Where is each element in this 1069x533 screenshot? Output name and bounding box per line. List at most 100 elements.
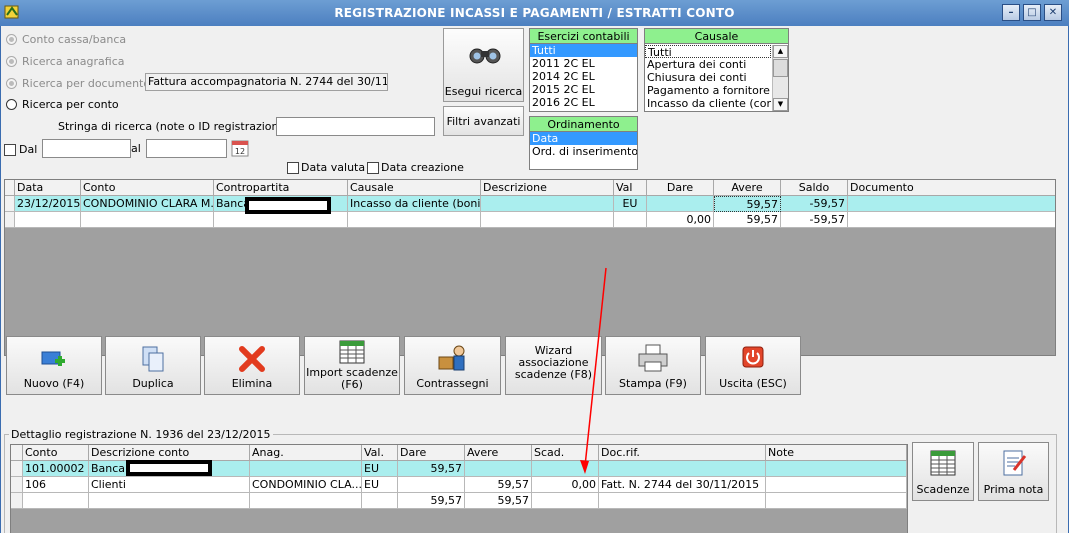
filtri-avanzati-button[interactable]: Filtri avanzati <box>443 106 524 136</box>
detail-col-dare[interactable]: Dare <box>398 445 465 461</box>
table-row[interactable]: 23/12/2015 CONDOMINIO CLARA M... Banca I… <box>5 196 1055 212</box>
duplicate-icon <box>142 346 164 372</box>
import-scadenze-label: Import scadenze (F6) <box>305 367 399 391</box>
grid-col-avere[interactable]: Avere <box>714 180 781 196</box>
detail-col-val[interactable]: Val. <box>362 445 398 461</box>
uscita-button[interactable]: Uscita (ESC) <box>705 336 801 395</box>
esercizi-listbox[interactable]: Esercizi contabili Tutti 2011 2C EL 2014… <box>529 28 638 112</box>
edit-note-icon <box>1003 450 1026 476</box>
movements-grid[interactable]: Data Conto Contropartita Causale Descriz… <box>4 179 1056 356</box>
detail-col-descrizione[interactable]: Descrizione conto <box>89 445 250 461</box>
esercizi-item[interactable]: 2015 2C EL <box>530 83 637 96</box>
close-button[interactable]: ✕ <box>1044 4 1062 21</box>
dal-checkbox[interactable] <box>4 144 16 156</box>
title-bar[interactable]: REGISTRAZIONE INCASSI E PAGAMENTI / ESTR… <box>0 0 1069 26</box>
cell <box>250 461 362 477</box>
nuovo-button[interactable]: Nuovo (F4) <box>6 336 102 395</box>
cell: 23/12/2015 <box>15 196 81 212</box>
causale-item[interactable]: Incasso da cliente (contar <box>645 97 771 110</box>
grid-col-descrizione[interactable]: Descrizione <box>481 180 614 196</box>
cell: CONDOMINIO CLA... <box>250 477 362 493</box>
esercizi-item[interactable]: 2014 2C EL <box>530 70 637 83</box>
scroll-up-icon[interactable]: ▲ <box>773 45 788 58</box>
cell <box>81 212 214 228</box>
contrassegni-button[interactable]: Contrassegni <box>404 336 501 395</box>
cell: 59,57 <box>465 477 532 493</box>
causale-item[interactable]: Pagamento a fornitore (co <box>645 84 771 97</box>
grid-col-conto[interactable]: Conto <box>81 180 214 196</box>
calendar-icon[interactable]: 12 <box>231 139 249 157</box>
cell <box>766 461 907 477</box>
esercizi-item[interactable]: 2016 2C EL <box>530 96 637 109</box>
scroll-down-icon[interactable]: ▼ <box>773 98 788 111</box>
maximize-button[interactable]: □ <box>1023 4 1041 21</box>
esercizi-item[interactable]: 2011 2C EL <box>530 57 637 70</box>
document-field[interactable]: Fattura accompagnatoria N. 2744 del 30/1… <box>145 73 388 91</box>
table-row[interactable]: 106 Clienti CONDOMINIO CLA... EU 59,57 0… <box>11 477 907 493</box>
detail-col-docrif[interactable]: Doc.rif. <box>599 445 766 461</box>
ordinamento-item[interactable]: Data <box>530 132 637 145</box>
binoculars-icon <box>469 48 501 64</box>
new-record-icon <box>41 351 65 366</box>
spreadsheet-icon <box>339 340 365 364</box>
cell: EU <box>362 477 398 493</box>
search-string-input[interactable] <box>276 117 435 136</box>
date-from-input[interactable] <box>42 139 131 158</box>
filtri-avanzati-label: Filtri avanzati <box>446 115 521 128</box>
data-valuta-checkbox[interactable] <box>287 162 299 174</box>
esercizi-item[interactable]: Tutti <box>530 44 637 57</box>
duplica-button[interactable]: Duplica <box>105 336 201 395</box>
cell: 59,57 <box>398 493 465 509</box>
prima-nota-button[interactable]: Prima nota <box>978 442 1049 501</box>
causale-scrollbar[interactable]: ▲ ▼ <box>772 45 788 111</box>
stampa-button[interactable]: Stampa (F9) <box>605 336 701 395</box>
grid-col-documento[interactable]: Documento <box>848 180 1055 196</box>
grid-col-data[interactable]: Data <box>15 180 81 196</box>
cell: 59,57 <box>714 196 781 212</box>
printer-icon <box>638 344 668 372</box>
cell: -59,57 <box>781 196 848 212</box>
radio-ricerca-documento[interactable] <box>6 78 17 89</box>
data-creazione-checkbox[interactable] <box>367 162 379 174</box>
radio-ricerca-conto[interactable] <box>6 99 17 110</box>
table-row[interactable]: 59,57 59,57 <box>11 493 907 509</box>
detail-grid[interactable]: Conto Descrizione conto Anag. Val. Dare … <box>10 444 908 533</box>
scadenze-button[interactable]: Scadenze <box>912 442 974 501</box>
detail-col-conto[interactable]: Conto <box>23 445 89 461</box>
cell <box>250 493 362 509</box>
data-valuta-label: Data valuta <box>301 161 366 174</box>
detail-col-anag[interactable]: Anag. <box>250 445 362 461</box>
radio-ricerca-anagrafica[interactable] <box>6 56 17 67</box>
radio-conto-cassa[interactable] <box>6 34 17 45</box>
causale-item[interactable]: Apertura dei conti <box>645 58 771 71</box>
minimize-button[interactable]: – <box>1002 4 1020 21</box>
esegui-ricerca-button[interactable]: Esegui ricerca <box>443 28 524 102</box>
grid-col-contropartita[interactable]: Contropartita <box>214 180 348 196</box>
detail-col-avere[interactable]: Avere <box>465 445 532 461</box>
annotation-arrow-icon <box>580 267 607 474</box>
causale-item[interactable]: Tutti <box>645 45 771 58</box>
cell <box>23 493 89 509</box>
grid-col-dare[interactable]: Dare <box>647 180 714 196</box>
cell <box>766 493 907 509</box>
import-scadenze-button[interactable]: Import scadenze (F6) <box>304 336 400 395</box>
date-to-input[interactable] <box>146 139 227 158</box>
radio-ricerca-documento-label: Ricerca per documento <box>22 77 151 90</box>
causale-item[interactable]: Chiusura dei conti <box>645 71 771 84</box>
cell: 106 <box>23 477 89 493</box>
ordinamento-item[interactable]: Ord. di inserimento <box>530 145 637 158</box>
grid-col-saldo[interactable]: Saldo <box>781 180 848 196</box>
scroll-thumb[interactable] <box>773 59 788 77</box>
causale-listbox[interactable]: Causale Tutti Apertura dei conti Chiusur… <box>644 28 789 112</box>
cell <box>848 212 1055 228</box>
table-row[interactable]: 0,00 59,57 -59,57 <box>5 212 1055 228</box>
cell <box>848 196 1055 212</box>
detail-col-note[interactable]: Note <box>766 445 907 461</box>
grid-col-val[interactable]: Val <box>614 180 647 196</box>
cell: 101.00002 <box>23 461 89 477</box>
ordinamento-listbox[interactable]: Ordinamento Data Ord. di inserimento <box>529 116 638 170</box>
radio-ricerca-conto-label: Ricerca per conto <box>22 98 119 111</box>
elimina-button[interactable]: Elimina <box>204 336 300 395</box>
grid-col-causale[interactable]: Causale <box>348 180 481 196</box>
radio-conto-cassa-label: Conto cassa/banca <box>22 33 127 46</box>
